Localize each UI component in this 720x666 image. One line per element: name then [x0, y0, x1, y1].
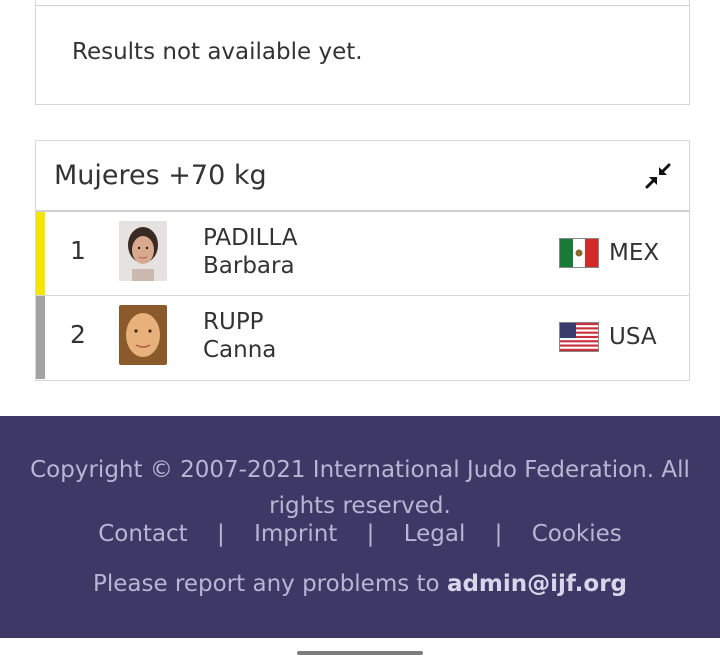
athlete-given-name: Barbara: [203, 253, 295, 279]
footer-links: Contact | Imprint | Legal | Cookies: [0, 521, 720, 547]
results-card: Mujeres +70 kg 1 PADILLA Barbara MEX 2 R…: [35, 140, 690, 381]
athlete-given-name: Canna: [203, 337, 277, 363]
usa-flag-icon: [559, 322, 599, 352]
silver-medal-bar: [36, 296, 45, 379]
admin-email-link[interactable]: admin@ijf.org: [447, 571, 627, 597]
athlete-surname: RUPP: [203, 309, 264, 335]
cookies-link[interactable]: Cookies: [532, 521, 622, 547]
gold-medal-bar: [36, 212, 45, 295]
results-pending-card: Results not available yet.: [35, 0, 690, 105]
link-separator: |: [366, 521, 375, 547]
rank: 1: [70, 236, 86, 265]
home-indicator[interactable]: [297, 651, 423, 655]
collapse-icon[interactable]: [645, 163, 671, 189]
link-separator: |: [494, 521, 503, 547]
athlete-photo[interactable]: [119, 305, 167, 365]
athlete-name[interactable]: PADILLA Barbara: [203, 224, 298, 280]
report-prefix: Please report any problems to: [92, 571, 440, 597]
athlete-surname: PADILLA: [203, 225, 298, 251]
imprint-link[interactable]: Imprint: [254, 521, 337, 547]
rank: 2: [70, 320, 86, 349]
site-footer: Copyright © 2007-2021 International Judo…: [0, 416, 720, 638]
results-header: Mujeres +70 kg: [36, 141, 689, 212]
mexico-flag-icon: [559, 238, 599, 268]
link-separator: |: [217, 521, 225, 547]
weight-category-title: Mujeres +70 kg: [54, 160, 267, 191]
result-row[interactable]: 2 RUPP Canna USA: [36, 296, 689, 379]
nation-code: USA: [609, 324, 657, 350]
results-not-available-text: Results not available yet.: [72, 39, 363, 65]
report-problems-text: Please report any problems to admin@ijf.…: [0, 571, 720, 597]
contact-link[interactable]: Contact: [98, 521, 187, 547]
copyright-text: Copyright © 2007-2021 International Judo…: [30, 457, 690, 519]
nation-code: MEX: [609, 240, 660, 266]
result-row[interactable]: 1 PADILLA Barbara MEX: [36, 212, 689, 296]
legal-link[interactable]: Legal: [404, 521, 466, 547]
card-divider: [36, 5, 689, 6]
athlete-photo[interactable]: [119, 221, 167, 281]
athlete-name[interactable]: RUPP Canna: [203, 308, 276, 364]
